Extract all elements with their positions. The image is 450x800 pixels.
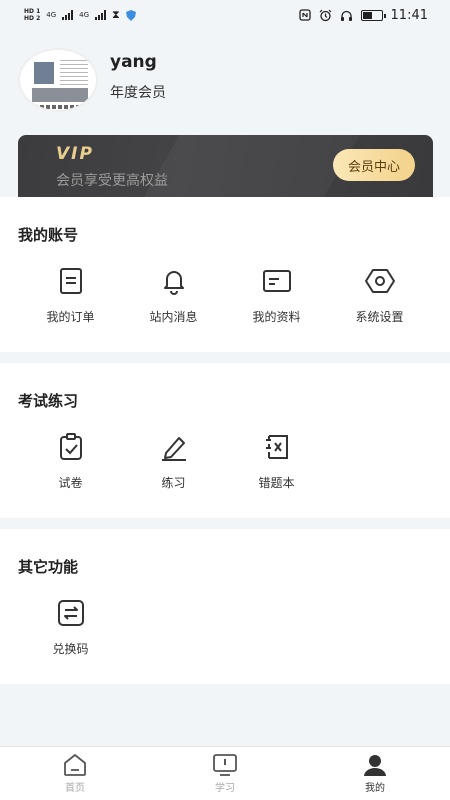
membership-level: 年度会员 [110,85,166,101]
signal-icon-2 [95,10,107,20]
section-title: 考试练习 [18,392,79,410]
network-type-1: 4G [46,11,57,19]
section-title: 我的账号 [18,226,79,244]
status-bar: HD 1 HD 2 4G 4G ⧗ 11:41 [0,0,450,30]
shield-icon [125,9,136,21]
profile-header[interactable]: yang 年度会员 [18,48,166,112]
status-right: 11:41 [298,7,428,23]
grid-item-wrong-book[interactable]: 错题本 [225,431,328,491]
vip-title: VIP [56,144,94,164]
grid-item-label: 我的资料 [252,310,301,324]
exam-grid: 试卷 练习 错题本 [0,431,309,491]
study-icon [213,754,237,776]
username: yang [110,52,157,72]
bell-icon [158,265,190,297]
hd-indicator: HD 1 HD 2 [24,8,40,22]
grid-item-practice[interactable]: 练习 [122,431,225,491]
grid-item-settings[interactable]: 系统设置 [328,265,431,325]
grid-item-label: 试卷 [58,476,83,490]
member-center-button[interactable]: 会员中心 [333,149,415,181]
account-section: 我的账号 我的订单 站内消息 我的资料 系统设置 [0,197,450,352]
alarm-icon [319,9,331,21]
tab-study[interactable]: 学习 [150,747,300,800]
grid-item-orders[interactable]: 我的订单 [19,265,122,325]
battery-icon [360,9,386,21]
nfc-icon [298,9,311,21]
grid-item-label: 系统设置 [355,310,404,324]
hd1-label: HD 1 [24,8,41,15]
user-icon [364,755,386,776]
tab-mine[interactable]: 我的 [300,747,450,800]
grid-item-label: 兑换码 [52,642,89,656]
other-grid: 兑换码 [0,597,103,657]
exam-section: 考试练习 试卷 练习 错题本 [0,363,450,518]
hd2-label: HD 2 [24,15,41,22]
grid-item-label: 站内消息 [149,310,198,324]
network-type-2: 4G [79,11,90,19]
pencil-icon [158,431,190,463]
grid-item-label: 我的订单 [46,310,95,324]
account-grid: 我的订单 站内消息 我的资料 系统设置 [0,265,412,325]
grid-item-label: 错题本 [258,476,295,490]
grid-item-papers[interactable]: 试卷 [19,431,122,491]
signal-icon [62,10,74,20]
other-section: 其它功能 兑换码 [0,529,450,684]
headphones-icon [340,10,352,21]
vip-card[interactable]: VIP 会员享受更高权益 会员中心 [18,135,433,197]
status-left: HD 1 HD 2 4G 4G ⧗ [24,8,136,22]
avatar[interactable] [18,48,98,112]
grid-item-messages[interactable]: 站内消息 [122,265,225,325]
tab-home[interactable]: 首页 [0,747,150,800]
grid-item-profile[interactable]: 我的资料 [225,265,328,325]
vip-subtitle: 会员享受更高权益 [56,173,168,189]
tab-label: 首页 [65,783,85,794]
clipboard-check-icon [55,431,87,463]
tab-label: 我的 [365,783,385,794]
grid-item-redeem-code[interactable]: 兑换码 [19,597,122,657]
tab-label: 学习 [215,783,235,794]
order-icon [55,265,87,297]
home-icon [64,754,86,776]
section-title: 其它功能 [18,558,79,576]
profile-info: yang 年度会员 [110,52,166,102]
profile-card-icon [261,265,293,297]
exchange-icon [55,597,87,629]
bottom-tabbar: 首页 学习 我的 [0,746,450,800]
clock: 11:41 [390,7,428,23]
hourglass-icon: ⧗ [112,8,120,21]
grid-item-label: 练习 [161,476,186,490]
settings-icon [364,265,396,297]
wrong-book-icon [261,431,293,463]
